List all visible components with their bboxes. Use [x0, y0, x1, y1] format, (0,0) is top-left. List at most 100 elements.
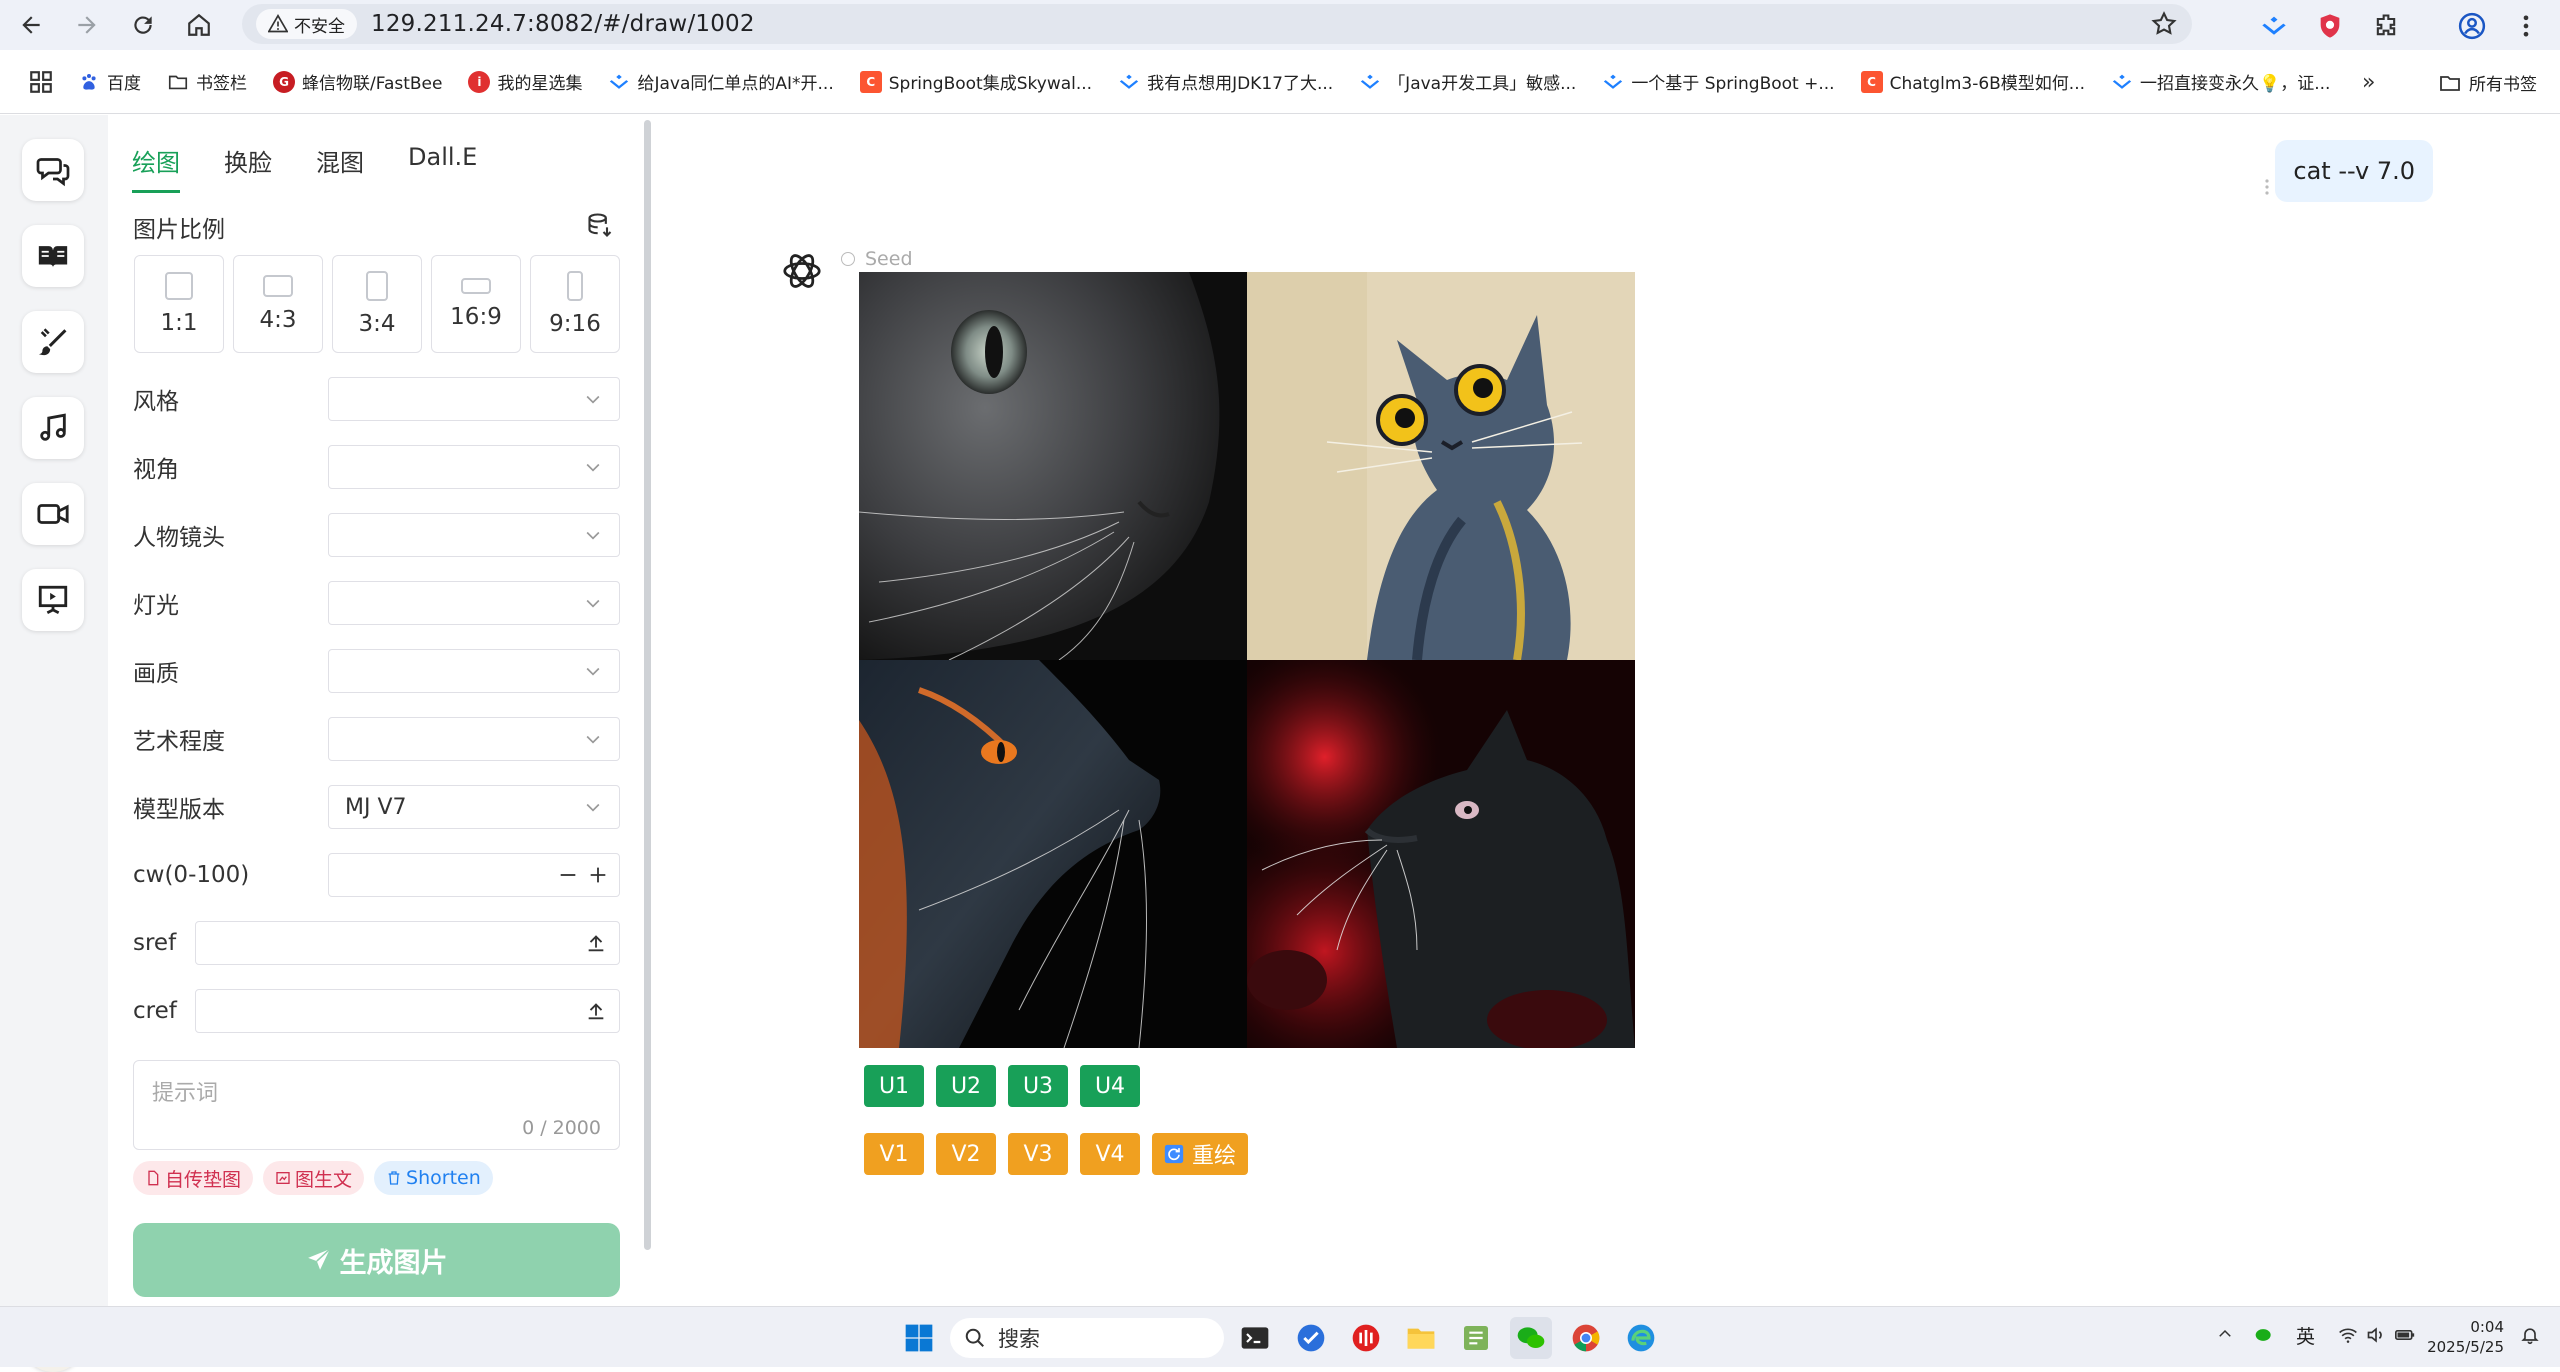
bookmark-item[interactable]: 书签栏 [167, 69, 247, 94]
seed-indicator[interactable]: Seed [841, 248, 913, 270]
extension-shield-button[interactable] [2310, 6, 2350, 46]
taskbar-wechat[interactable] [1510, 1317, 1552, 1359]
tray-wechat[interactable] [2254, 1325, 2274, 1350]
quality-select[interactable] [328, 649, 620, 693]
prompt-input[interactable] [134, 1061, 619, 1121]
bookmarks-overflow-button[interactable]: » [2362, 70, 2375, 95]
sref-input[interactable] [195, 921, 620, 965]
art-select[interactable] [328, 717, 620, 761]
generated-image-grid[interactable] [859, 272, 1635, 1048]
bookmark-star-button[interactable] [2150, 10, 2178, 42]
view-select[interactable] [328, 445, 620, 489]
bookmark-item[interactable]: 「Java开发工具」敏感... [1359, 69, 1576, 94]
taskbar-netease[interactable] [1345, 1317, 1387, 1359]
tab-face-swap[interactable]: 换脸 [224, 143, 272, 193]
upscale-4-button[interactable]: U4 [1080, 1065, 1140, 1107]
tab-blend[interactable]: 混图 [316, 143, 364, 193]
forward-button[interactable] [64, 2, 110, 48]
bookmark-label: 一个基于 SpringBoot +... [1631, 74, 1835, 94]
bookmark-item[interactable]: G 蜂信物联/FastBee [273, 69, 442, 94]
image-to-text-tag[interactable]: 图生文 [263, 1161, 365, 1195]
volume-button[interactable] [2366, 1325, 2386, 1350]
nav-draw-button[interactable] [22, 311, 84, 373]
generated-image-2[interactable] [1247, 272, 1635, 660]
taskbar-notes[interactable] [1455, 1317, 1497, 1359]
light-select[interactable] [328, 581, 620, 625]
nav-chat-button[interactable] [22, 139, 84, 201]
extension-juejin-button[interactable] [2254, 6, 2294, 46]
nav-music-button[interactable] [22, 397, 84, 459]
extensions-button[interactable] [2366, 6, 2406, 46]
nav-presentation-button[interactable] [22, 569, 84, 631]
upload-reference-tag[interactable]: 自传垫图 [133, 1161, 254, 1195]
ratio-option-9-16[interactable]: 9:16 [530, 255, 620, 353]
bookmark-item[interactable]: 我有点想用JDK17了大... [1118, 69, 1333, 94]
site-security-chip[interactable]: 不安全 [256, 9, 357, 39]
generated-image-3[interactable] [859, 660, 1247, 1048]
shot-select[interactable] [328, 513, 620, 557]
address-bar[interactable]: 不安全 129.211.24.7:8082/#/draw/1002 [242, 4, 2192, 44]
tab-draw[interactable]: 绘图 [132, 143, 180, 193]
tray-expand-button[interactable] [2216, 1325, 2234, 1348]
apps-button[interactable] [28, 69, 54, 95]
message-more-button[interactable] [2260, 175, 2274, 203]
back-button[interactable] [8, 2, 54, 48]
start-button[interactable] [898, 1317, 940, 1359]
menu-button[interactable] [2506, 6, 2546, 46]
all-bookmarks-button[interactable]: 所有书签 [2438, 70, 2537, 95]
taskbar-search[interactable]: 搜索 [950, 1318, 1224, 1358]
light-label: 灯光 [133, 593, 179, 619]
bookmark-item[interactable]: i 我的星选集 [468, 69, 582, 94]
battery-button[interactable] [2394, 1325, 2416, 1350]
profile-button[interactable] [2452, 6, 2492, 46]
generate-image-button[interactable]: 生成图片 [133, 1223, 620, 1297]
redraw-button[interactable]: 重绘 [1152, 1133, 1249, 1175]
minus-icon[interactable] [557, 864, 579, 886]
network-button[interactable] [2338, 1325, 2358, 1350]
panel-scrollbar[interactable] [644, 120, 651, 1250]
variation-1-button[interactable]: V1 [864, 1133, 924, 1175]
upscale-2-button[interactable]: U2 [936, 1065, 996, 1107]
bookmark-item[interactable]: 百度 [78, 69, 141, 94]
upload-icon[interactable] [585, 932, 607, 954]
plus-icon[interactable] [587, 864, 609, 886]
ratio-option-16-9[interactable]: 16:9 [431, 255, 521, 353]
cw-input[interactable] [328, 853, 620, 897]
nav-video-button[interactable] [22, 483, 84, 545]
upscale-1-button[interactable]: U1 [864, 1065, 924, 1107]
ime-indicator[interactable]: 英 [2296, 1322, 2315, 1349]
generated-image-4[interactable] [1247, 660, 1635, 1048]
upscale-3-button[interactable]: U3 [1008, 1065, 1068, 1107]
variation-3-button[interactable]: V3 [1008, 1133, 1068, 1175]
bookmark-item[interactable]: 一招直接变永久💡，证... [2111, 69, 2330, 94]
bookmark-item[interactable]: C Chatglm3-6B模型如何... [1860, 69, 2085, 94]
ratio-option-1-1[interactable]: 1:1 [134, 255, 224, 353]
bookmark-item[interactable]: 给Java同仁单点的AI*开... [608, 69, 834, 94]
upscale-buttons: U1 U2 U3 U4 [864, 1065, 1140, 1107]
url-text[interactable]: 129.211.24.7:8082/#/draw/1002 [371, 11, 755, 37]
ratio-option-3-4[interactable]: 3:4 [332, 255, 422, 353]
taskbar-explorer[interactable] [1400, 1317, 1442, 1359]
bookmark-item[interactable]: 一个基于 SpringBoot +... [1602, 69, 1835, 94]
style-select[interactable] [328, 377, 620, 421]
cref-input[interactable] [195, 989, 620, 1033]
taskbar-clock[interactable]: 0:04 2025/5/25 [2427, 1317, 2504, 1357]
home-button[interactable] [176, 2, 222, 48]
variation-4-button[interactable]: V4 [1080, 1133, 1140, 1175]
reload-button[interactable] [120, 2, 166, 48]
taskbar-chrome[interactable] [1565, 1317, 1607, 1359]
upload-icon[interactable] [585, 1000, 607, 1022]
variation-2-button[interactable]: V2 [936, 1133, 996, 1175]
model-select[interactable]: MJ V7 [328, 785, 620, 829]
taskbar-todo[interactable] [1290, 1317, 1332, 1359]
tab-dalle[interactable]: Dall.E [408, 143, 477, 193]
taskbar-edge[interactable] [1620, 1317, 1662, 1359]
generated-image-1[interactable] [859, 272, 1247, 660]
database-settings-button[interactable] [586, 211, 614, 243]
ratio-option-4-3[interactable]: 4:3 [233, 255, 323, 353]
shorten-tag[interactable]: Shorten [374, 1161, 493, 1195]
notification-button[interactable] [2520, 1325, 2540, 1350]
taskbar-terminal[interactable] [1234, 1317, 1276, 1359]
nav-book-button[interactable] [22, 225, 84, 287]
bookmark-item[interactable]: C SpringBoot集成Skywal... [859, 69, 1092, 94]
